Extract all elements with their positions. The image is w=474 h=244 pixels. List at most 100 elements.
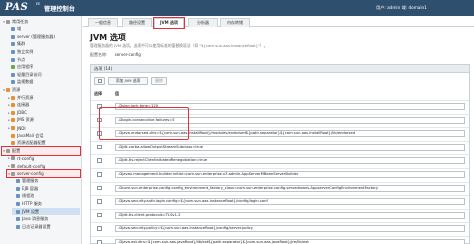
tree-node-icon xyxy=(11,80,15,85)
sidebar-item[interactable]: 独立实例 xyxy=(7,48,80,55)
tree-node-icon xyxy=(16,194,20,199)
sidebar-item[interactable]: JVM 设置 xyxy=(12,208,80,216)
sidebar-item[interactable]: EJB 容器 xyxy=(12,185,80,192)
tree-node-icon xyxy=(11,95,15,100)
sidebar-item[interactable]: ▾ 配置 xyxy=(1,146,81,156)
table-row: -Djavax.management.builder.initial=com.s… xyxy=(91,168,469,180)
jvm-option-input[interactable]: -Djdk.tls.client.protocols=TLSv1.2 xyxy=(115,211,465,219)
sidebar-item-label: 日志记录器设置 xyxy=(22,223,51,229)
sidebar-item-label: JMS 资源 xyxy=(17,117,34,123)
sidebar-item[interactable]: ▸ 连接器 xyxy=(7,102,80,109)
tree-node-icon xyxy=(11,133,15,138)
sidebar-item-label: default-config xyxy=(17,163,46,169)
sidebar-item[interactable]: HTTP 服务 xyxy=(12,200,80,207)
config-name-row: 配置名称: server-config xyxy=(90,52,141,58)
tree-node-icon xyxy=(11,50,15,55)
user-info: 用户: admin 域: domain1 xyxy=(376,5,427,10)
sidebar-item-label: server (管理服务器) xyxy=(17,33,55,39)
jvm-option-input[interactable]: -Djava.ext.dirs=${com.sun.aas.javaRoot}/… xyxy=(115,239,465,244)
row-select-checkbox[interactable] xyxy=(97,172,102,177)
table-row: -Dcom.sun.enterprise.config.config_envir… xyxy=(91,181,469,194)
sidebar-item[interactable]: ▸ 并行资源 xyxy=(7,94,80,101)
navigation-tree: ▾ 常用任务域 server (管理服务器) 集群 独立实例 节点 应用程序 轻量目录访问 监视… xyxy=(0,16,82,244)
tree-node-icon xyxy=(16,179,20,184)
row-select-checkbox[interactable] xyxy=(97,226,102,231)
row-select-checkbox[interactable] xyxy=(97,185,102,191)
tab[interactable]: 一般信息 xyxy=(88,18,118,27)
tree-node-icon xyxy=(11,126,15,131)
sidebar-item-label: JDBC xyxy=(17,110,27,116)
sidebar-item-label: 线程池 xyxy=(22,193,35,199)
jvm-option-input[interactable]: -Djava.security.policy=${com.sun.aas.ins… xyxy=(115,225,465,233)
sidebar-item-label: 资源适配器配置 xyxy=(17,140,46,146)
sidebar-item[interactable]: ▾ 资源 xyxy=(2,86,80,93)
select-all-checkbox-icon xyxy=(97,79,102,83)
tree-node-icon xyxy=(16,186,20,191)
row-select-checkbox[interactable] xyxy=(97,199,102,204)
sidebar-item[interactable]: 域 xyxy=(7,26,80,33)
sidebar-item[interactable]: JavaMail 会话 xyxy=(7,132,80,139)
row-select-checkbox[interactable] xyxy=(97,212,102,218)
highlight-annotation xyxy=(99,107,189,140)
sidebar-item[interactable]: Java 消息服务 xyxy=(12,216,80,223)
sidebar-item-label: 配置 xyxy=(12,147,21,153)
tree-node-icon xyxy=(11,42,15,47)
delete-button[interactable]: 删除 xyxy=(151,77,167,85)
sidebar-item[interactable]: 线程池 xyxy=(12,193,80,200)
table-row: -Djdk.corba.allowOutputStreamSubclass=tr… xyxy=(91,140,469,153)
brand-edition: EE xyxy=(36,2,41,6)
tree-node-icon xyxy=(11,141,15,146)
jvm-option-input[interactable]: -Dcom.sun.enterprise.config.config_envir… xyxy=(115,184,465,192)
sidebar-item[interactable]: 日志记录器设置 xyxy=(12,223,80,230)
select-all-button[interactable] xyxy=(94,77,105,85)
sidebar-item-label: 监视数据 xyxy=(17,79,34,85)
tab[interactable]: 路径设置 xyxy=(122,18,152,27)
sidebar-item[interactable]: 节点 xyxy=(7,56,80,63)
sidebar-item[interactable]: ▾ 常用任务 xyxy=(2,18,80,25)
sidebar-item[interactable]: 资源适配器配置 xyxy=(7,140,80,147)
sidebar-item[interactable]: 管理服务 xyxy=(12,178,80,185)
sidebar-item-label: 常用任务 xyxy=(12,18,29,24)
jvm-option-input[interactable]: -Djavax.management.builder.initial=com.s… xyxy=(115,171,465,178)
row-select-checkbox[interactable] xyxy=(97,144,102,150)
sidebar-item-label: 管理服务 xyxy=(22,178,39,184)
tree-node-icon xyxy=(11,103,15,108)
tab[interactable]: 分析器 xyxy=(188,18,218,27)
jvm-option-input[interactable]: -Djdk.tls.rejectClientInitiatedRenegotia… xyxy=(115,157,465,165)
jvm-option-input[interactable]: -Djdk.corba.allowOutputStreamSubclass=tr… xyxy=(115,143,465,151)
tab[interactable]: 内存转储 xyxy=(220,18,250,27)
sidebar-item[interactable]: ▸ default-config xyxy=(7,162,80,169)
top-bar: PAS EE 管理控制台 用户: admin 域: domain1 xyxy=(0,0,474,16)
sidebar-item-label: JavaMail 会话 xyxy=(17,132,44,138)
tree-node-icon xyxy=(11,171,15,176)
sidebar-item-label: JNDI xyxy=(17,125,26,131)
tree-node-icon xyxy=(11,34,15,39)
jvm-option-input[interactable]: -Djava.security.auth.login.config=${com.… xyxy=(115,198,465,206)
tree-node-icon xyxy=(11,57,15,62)
column-header-value: 值 xyxy=(115,91,119,96)
sidebar-item[interactable]: 监视数据 xyxy=(7,79,80,86)
tree-node-icon xyxy=(16,217,20,222)
sidebar-item[interactable]: ▸ JNDI xyxy=(7,124,80,131)
options-panel: 选项 (14) 添加 JVM 选项 删除 选择 值 -Dsign.lock.ti… xyxy=(90,64,470,244)
sidebar-item[interactable]: ▾ server-config xyxy=(6,168,81,179)
sidebar-item[interactable]: 轻量目录访问 xyxy=(7,71,80,78)
sidebar-item[interactable]: server (管理服务器) xyxy=(7,33,80,40)
sidebar-item[interactable]: ▸ JMS 资源 xyxy=(7,117,80,124)
tab-bar: 一般信息 路径设置 JVM 选项 分析器 内存转储 xyxy=(83,16,474,29)
table-row: -Djdk.tls.rejectClientInitiatedRenegotia… xyxy=(91,154,469,166)
sidebar-item[interactable]: 应用程序 xyxy=(7,64,80,71)
tree-node-icon xyxy=(11,156,15,161)
sidebar-item[interactable]: 集群 xyxy=(7,41,80,48)
row-select-checkbox[interactable] xyxy=(97,240,102,244)
sidebar-item-label: 集群 xyxy=(17,41,26,47)
row-select-checkbox[interactable] xyxy=(97,158,102,163)
tab[interactable]: JVM 选项 xyxy=(153,17,185,29)
sidebar-item[interactable]: ▸ rt-config xyxy=(7,155,80,162)
sidebar-item-label: 域 xyxy=(17,26,22,32)
tree-node-icon xyxy=(11,72,15,77)
add-jvm-option-button[interactable]: 添加 JVM 选项 xyxy=(108,77,148,85)
sidebar-item[interactable]: ▸ JDBC xyxy=(7,109,80,116)
sidebar-item-label: EJB 容器 xyxy=(22,185,39,191)
sidebar-item-label: 资源 xyxy=(12,87,21,93)
